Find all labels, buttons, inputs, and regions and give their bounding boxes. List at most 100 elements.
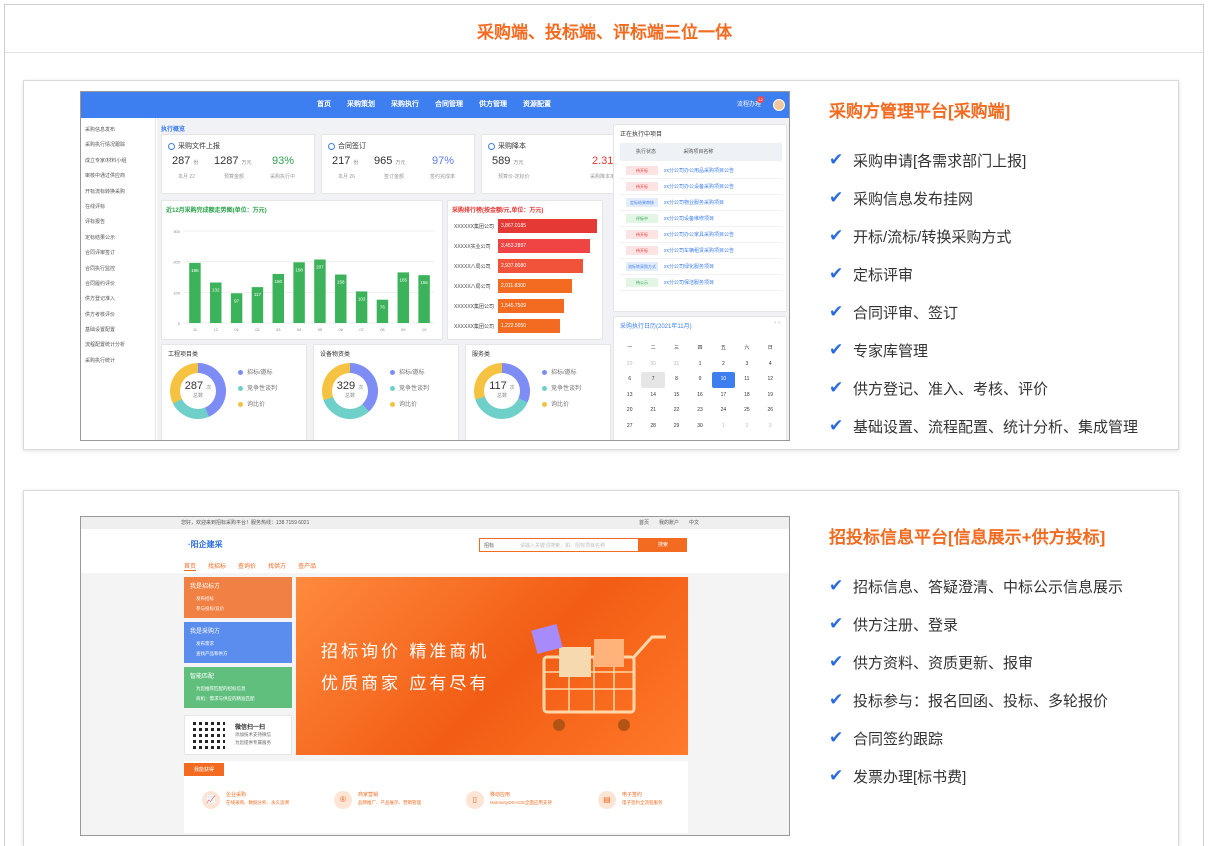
project-name[interactable]: xx分公司车辆租赁采购项目公告 bbox=[664, 248, 734, 254]
nav-item[interactable]: 资源配置 bbox=[515, 92, 559, 118]
rank-bar[interactable]: 2,937.8080 bbox=[498, 259, 583, 273]
project-name[interactable]: xx分公司物业服务采购项目 bbox=[664, 200, 724, 206]
project-row[interactable]: 待开标 xx分公司办公设备采购项目公告 bbox=[620, 179, 782, 195]
search-box[interactable]: 招标 请输入关键词搜索，如：招标项目名称 bbox=[479, 538, 639, 552]
calendar-day[interactable]: 16 bbox=[688, 388, 711, 404]
role-panel-link[interactable]: 查找产品和供方 bbox=[184, 649, 292, 659]
topbar-link[interactable]: 首页 bbox=[639, 520, 649, 526]
sidebar-item[interactable]: 采购信息发布 bbox=[81, 126, 155, 141]
role-panel-link[interactable]: 为您推荐匹配的招标信息 bbox=[184, 684, 292, 694]
project-name[interactable]: xx分公司设备维修项目 bbox=[664, 216, 714, 222]
calendar-day[interactable]: 8 bbox=[665, 372, 688, 388]
calendar-day[interactable]: 29 bbox=[665, 419, 688, 435]
role-panel-link[interactable]: 商机：需求与供应的精准匹配 bbox=[184, 694, 292, 704]
project-name[interactable]: xx分公司办公设备采购项目公告 bbox=[664, 184, 734, 190]
calendar-day[interactable]: 3 bbox=[759, 419, 782, 435]
calendar-day[interactable]: 18 bbox=[735, 388, 758, 404]
calendar-day[interactable]: 20 bbox=[618, 403, 641, 419]
portal-tab[interactable]: 首页 bbox=[184, 561, 197, 571]
role-panel-link[interactable]: 发布招标 bbox=[184, 594, 292, 604]
role-panel[interactable]: 智能匹配 为您推荐匹配的招标信息 商机：需求与供应的精准匹配 bbox=[184, 667, 292, 708]
topbar-link[interactable]: 我的账户 bbox=[659, 520, 679, 526]
sidebar-item[interactable]: 合同评审签订 bbox=[81, 249, 155, 264]
project-row[interactable]: 待公示 xx分公司保洁服务项目 bbox=[620, 275, 782, 291]
rank-bar[interactable]: 1,545.7509 bbox=[498, 299, 565, 313]
portal-tab[interactable]: 找供方 bbox=[268, 561, 286, 571]
calendar-day[interactable]: 11 bbox=[735, 372, 758, 388]
rank-bar[interactable]: 3,867.0185 bbox=[498, 219, 598, 233]
sidebar-item[interactable]: 开标流标转换采购 bbox=[81, 188, 155, 203]
calendar-day[interactable]: 1 bbox=[688, 357, 711, 373]
calendar-day[interactable]: 30 bbox=[688, 419, 711, 435]
portal-tab[interactable]: 查询价 bbox=[238, 561, 256, 571]
nav-item[interactable]: 合同管理 bbox=[427, 92, 471, 118]
calendar-day[interactable]: 27 bbox=[618, 419, 641, 435]
calendar-day[interactable]: 22 bbox=[665, 403, 688, 419]
calendar-day[interactable]: 6 bbox=[618, 372, 641, 388]
project-row[interactable]: 待开标 xx分公司办公家具采购项目公告 bbox=[620, 227, 782, 243]
calendar-day[interactable]: 30 bbox=[641, 357, 664, 373]
calendar-day[interactable]: 23 bbox=[688, 403, 711, 419]
sidebar-item[interactable]: 合同履约评价 bbox=[81, 280, 155, 295]
project-row[interactable]: 评标中 xx分公司设备维修项目 bbox=[620, 211, 782, 227]
rank-bar[interactable]: 2,011.8300 bbox=[498, 279, 573, 293]
calendar-day[interactable]: 25 bbox=[735, 403, 758, 419]
sidebar-item[interactable]: 供方考核评价 bbox=[81, 311, 155, 326]
nav-item[interactable]: 采购执行 bbox=[383, 92, 427, 118]
search-button[interactable]: 搜索 bbox=[639, 538, 687, 552]
calendar-day[interactable]: 21 bbox=[641, 403, 664, 419]
calendar-day[interactable]: 2 bbox=[735, 419, 758, 435]
nav-item[interactable]: 采购策划 bbox=[339, 92, 383, 118]
promo-banner[interactable]: 招标询价 精准商机 优质商家 应有尽有 bbox=[296, 577, 688, 755]
sidebar-item[interactable]: 在线评标 bbox=[81, 203, 155, 218]
project-row[interactable]: 待开标 xx分公司车辆租赁采购项目公告 bbox=[620, 243, 782, 259]
calendar-day[interactable]: 24 bbox=[712, 403, 735, 419]
calendar-day[interactable]: 31 bbox=[665, 357, 688, 373]
project-row[interactable]: 定标结果审核 xx分公司物业服务采购项目 bbox=[620, 195, 782, 211]
calendar-day[interactable]: 2 bbox=[712, 357, 735, 373]
calendar-day[interactable]: 13 bbox=[618, 388, 641, 404]
sidebar-item[interactable]: 成立专家/材料小组 bbox=[81, 157, 155, 172]
calendar-day[interactable]: 26 bbox=[759, 403, 782, 419]
avatar[interactable] bbox=[773, 99, 785, 111]
nav-item[interactable]: 首页 bbox=[309, 92, 339, 118]
calendar-nav-icon[interactable]: ‹ › bbox=[774, 320, 780, 326]
calendar-day[interactable]: 7 bbox=[641, 372, 665, 388]
sidebar-item[interactable]: 合同执行监控 bbox=[81, 265, 155, 280]
sidebar-item[interactable]: 采购执行统计 bbox=[81, 357, 155, 372]
sidebar-item[interactable]: 定标结果公示 bbox=[81, 234, 155, 249]
sidebar-item[interactable]: 审核中通过供应商 bbox=[81, 172, 155, 187]
project-name[interactable]: xx分公司办公家具采购项目公告 bbox=[664, 232, 734, 238]
role-panel[interactable]: 我是招标方 发布招标 参与投标/竞价 bbox=[184, 577, 292, 618]
sidebar-item[interactable]: 评标报告 bbox=[81, 218, 155, 233]
search-scope-select[interactable]: 招标 bbox=[484, 539, 494, 553]
calendar-day[interactable]: 4 bbox=[759, 357, 782, 373]
project-row[interactable]: 待开标 xx分公司办公用品采购项目公告 bbox=[620, 163, 782, 179]
rank-bar[interactable]: 1,222.5050 bbox=[498, 319, 560, 333]
project-row[interactable]: 流标转采购方式 xx分公司绿化服务项目 bbox=[620, 259, 782, 275]
role-panel-link[interactable]: 发布需求 bbox=[184, 639, 292, 649]
calendar-day[interactable]: 15 bbox=[665, 388, 688, 404]
calendar-day[interactable]: 29 bbox=[618, 357, 641, 373]
portal-logo[interactable]: ·阳企建采 bbox=[188, 539, 223, 550]
calendar-day[interactable]: 19 bbox=[759, 388, 782, 404]
calendar-day[interactable]: 10 bbox=[711, 372, 736, 388]
calendar-day[interactable]: 28 bbox=[641, 419, 664, 435]
calendar-day[interactable]: 12 bbox=[759, 372, 782, 388]
calendar-day[interactable]: 1 bbox=[712, 419, 735, 435]
calendar-day[interactable]: 3 bbox=[735, 357, 758, 373]
role-panel-link[interactable]: 参与投标/竞价 bbox=[184, 604, 292, 614]
sidebar-item[interactable]: 采购执行情况跟踪 bbox=[81, 141, 155, 156]
rank-bar[interactable]: 3,453.2897 bbox=[498, 239, 591, 253]
sidebar-item[interactable]: 流程配置统计分析 bbox=[81, 341, 155, 356]
portal-tab[interactable]: 找招标 bbox=[208, 561, 226, 571]
bar[interactable] bbox=[376, 299, 389, 323]
portal-tab[interactable]: 查产品 bbox=[298, 561, 316, 571]
project-name[interactable]: xx分公司保洁服务项目 bbox=[664, 280, 714, 286]
calendar-day[interactable]: 9 bbox=[688, 372, 711, 388]
sidebar-item[interactable]: 基础设置配置 bbox=[81, 326, 155, 341]
search-input[interactable]: 请输入关键词搜索，如：招标项目名称 bbox=[520, 539, 605, 553]
calendar-day[interactable]: 14 bbox=[641, 388, 664, 404]
calendar-day[interactable]: 17 bbox=[712, 388, 735, 404]
sidebar-item[interactable]: 供方登记准入 bbox=[81, 295, 155, 310]
